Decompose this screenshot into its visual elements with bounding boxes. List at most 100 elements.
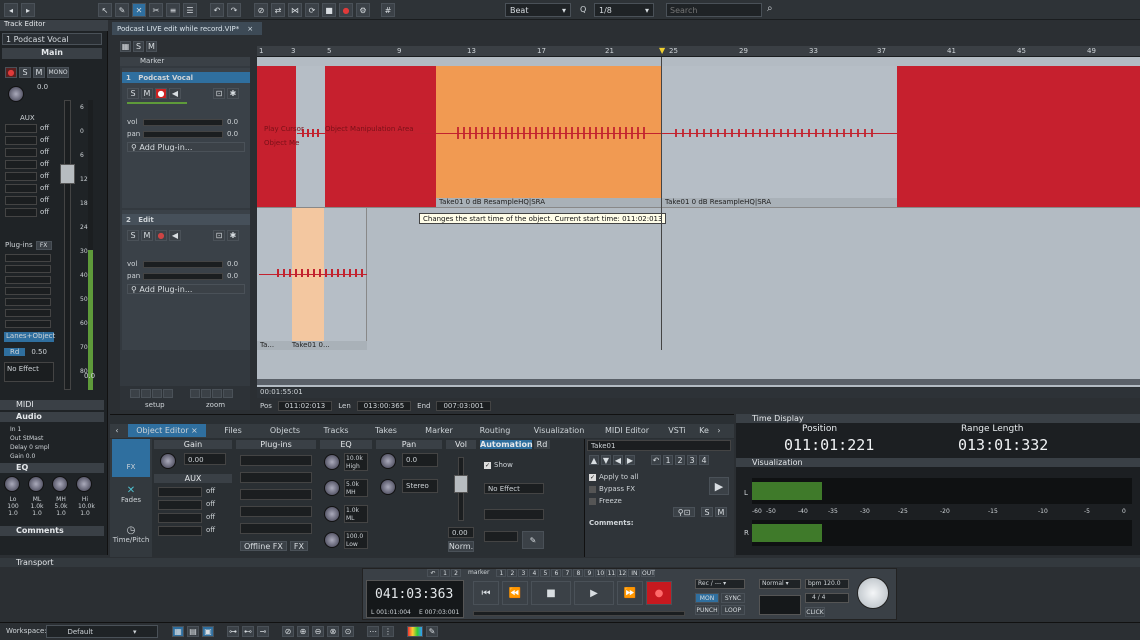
automation-value-box[interactable] — [484, 531, 518, 542]
track-header-1[interactable]: 1 Podcast Vocal S M ● ◀ ⊡ ✱ vol 0.0 pan 0.… — [122, 68, 250, 208]
rd-col-header[interactable]: Rd — [534, 440, 550, 449]
aux-send-off[interactable]: off — [40, 136, 49, 145]
track-header-2[interactable]: 2 Edit S M ● ◀ ⊡ ✱ vol 0.0 pan 0.0 ⚲ Add P… — [122, 210, 250, 350]
aux-send-off[interactable]: off — [40, 124, 49, 133]
loop-button[interactable]: LOOP — [721, 605, 745, 615]
marker-num-button[interactable]: 12 — [617, 569, 628, 577]
marker-1-button[interactable]: 1 — [440, 569, 450, 577]
vol-fader-handle[interactable] — [454, 475, 468, 493]
tool-icon[interactable]: ⊕ — [297, 626, 309, 637]
plugin-slot[interactable] — [5, 276, 51, 284]
redo-icon[interactable]: ↷ — [227, 3, 241, 17]
transport-scrub-bar[interactable] — [473, 611, 685, 616]
layout-icon-3[interactable]: ▣ — [202, 626, 214, 637]
grid-view-icon[interactable]: ▦ — [120, 41, 131, 52]
spectrum-icon[interactable] — [407, 626, 423, 637]
record-button[interactable]: ● — [646, 581, 672, 605]
midi-section-header[interactable]: MIDI — [0, 400, 104, 410]
show-checkbox[interactable]: ✓ — [484, 461, 491, 469]
undo-take-icon[interactable]: ↶ — [651, 455, 661, 465]
plugin-slot[interactable] — [5, 320, 51, 328]
take-3-button[interactable]: 3 — [687, 455, 697, 465]
object-red-2[interactable] — [325, 66, 436, 207]
setup-button[interactable] — [152, 389, 162, 398]
quantize-select[interactable]: 1/8 ▾ — [594, 3, 654, 17]
project-tab[interactable]: Podcast LIVE edit while record.VIP* × — [112, 22, 262, 35]
star-icon[interactable]: ✱ — [227, 230, 239, 241]
tab-next-icon[interactable]: › — [714, 424, 724, 437]
aux-send-off[interactable]: off — [40, 172, 49, 181]
bypass-checkbox[interactable] — [589, 485, 596, 493]
bpm-box[interactable]: bpm 120.0 — [805, 579, 849, 589]
offline-fx-button[interactable]: Offline FX — [240, 541, 287, 551]
aux-send-slider[interactable] — [5, 136, 37, 145]
play-button[interactable]: ▶ — [574, 581, 614, 605]
aux-slider[interactable] — [158, 500, 202, 510]
solo-button[interactable]: S — [19, 67, 31, 78]
arrangement-area[interactable]: Play Cursor Object Manipulation Area Obj… — [257, 57, 1140, 387]
scissor-icon[interactable]: ✂ — [149, 3, 163, 17]
setup-button[interactable] — [141, 389, 151, 398]
rewind-button[interactable]: ⏪ — [502, 581, 528, 605]
solo-button[interactable]: S — [127, 230, 139, 241]
tool-icon[interactable]: ⊗ — [327, 626, 339, 637]
pan-value-box[interactable]: 0.0 — [402, 453, 438, 467]
mute-button[interactable]: M — [141, 230, 153, 241]
no-effect-select[interactable]: No Effect — [484, 483, 544, 494]
aux-send-slider[interactable] — [5, 172, 37, 181]
tab-midi-editor[interactable]: MIDI Editor — [596, 424, 658, 437]
fx-button[interactable]: FX — [35, 241, 52, 250]
aux-send-off[interactable]: off — [40, 208, 49, 217]
plugin-slot[interactable] — [240, 472, 312, 483]
eq-knob[interactable] — [52, 476, 68, 492]
split-icon[interactable]: ⇄ — [271, 3, 285, 17]
tool-icon[interactable]: ⊸ — [257, 626, 269, 637]
marker-num-button[interactable]: 8 — [573, 569, 584, 577]
setup-button[interactable] — [130, 389, 140, 398]
punch-button[interactable]: PUNCH — [695, 605, 719, 615]
lanes-object-button[interactable]: Lanes+Object — [4, 332, 55, 342]
align-icon[interactable]: ≡ — [166, 3, 180, 17]
delay-value[interactable]: 0 smpl — [29, 444, 49, 451]
freeze-checkbox[interactable] — [589, 497, 596, 505]
layout-icon[interactable]: ▦ — [172, 626, 184, 637]
play-object-icon[interactable]: ▶ — [709, 477, 729, 495]
zoom-button[interactable] — [201, 389, 211, 398]
aux-send-slider[interactable] — [5, 208, 37, 217]
timeline-scrollbar[interactable] — [257, 379, 1140, 385]
eq-knob[interactable] — [324, 506, 340, 522]
marker-num-button[interactable]: 7 — [562, 569, 573, 577]
record-arm-button[interactable]: ● — [155, 88, 167, 99]
eq-value[interactable]: 100.0 Low — [344, 531, 368, 549]
tab-prev-icon[interactable]: ‹ — [110, 424, 124, 437]
normalize-button[interactable]: Norm. — [448, 541, 474, 552]
sig-box[interactable]: 4 / 4 — [805, 593, 849, 603]
draw-tool-icon[interactable]: ✎ — [115, 3, 129, 17]
fades-side-tab[interactable]: ✕ Fades — [112, 479, 150, 517]
marker-2-button[interactable]: 2 — [451, 569, 461, 577]
tab-takes[interactable]: Takes — [362, 424, 410, 437]
record-icon[interactable]: ● — [339, 3, 353, 17]
plugin-slot[interactable] — [5, 265, 51, 273]
zoom-button[interactable] — [223, 389, 233, 398]
marker-num-button[interactable]: 2 — [507, 569, 518, 577]
tab-objects[interactable]: Objects — [260, 424, 310, 437]
fx-side-tab[interactable]: FX — [112, 439, 150, 477]
comments-section-header[interactable]: Comments — [0, 526, 104, 536]
marker-num-button[interactable]: 1 — [496, 569, 507, 577]
record-arm-button[interactable]: ● — [155, 230, 167, 241]
track-2-title-bar[interactable]: 2 Edit — [122, 214, 250, 225]
arrow-down-icon[interactable]: ▼ — [601, 455, 611, 465]
eq-knob[interactable] — [324, 454, 340, 470]
vol-slider[interactable] — [143, 260, 223, 268]
arrow-right-icon[interactable]: ▶ — [625, 455, 635, 465]
eq-knob[interactable] — [324, 532, 340, 548]
mute-icon[interactable]: ⊘ — [254, 3, 268, 17]
plugin-slot[interactable] — [5, 309, 51, 317]
aux-off[interactable]: off — [206, 526, 215, 536]
aux-slider[interactable] — [158, 526, 202, 536]
speaker-icon[interactable]: ◀ — [169, 230, 181, 241]
workspace-select[interactable]: Default ▾ — [46, 625, 158, 638]
zoom-button[interactable] — [212, 389, 222, 398]
plugin-slot[interactable] — [240, 455, 312, 466]
